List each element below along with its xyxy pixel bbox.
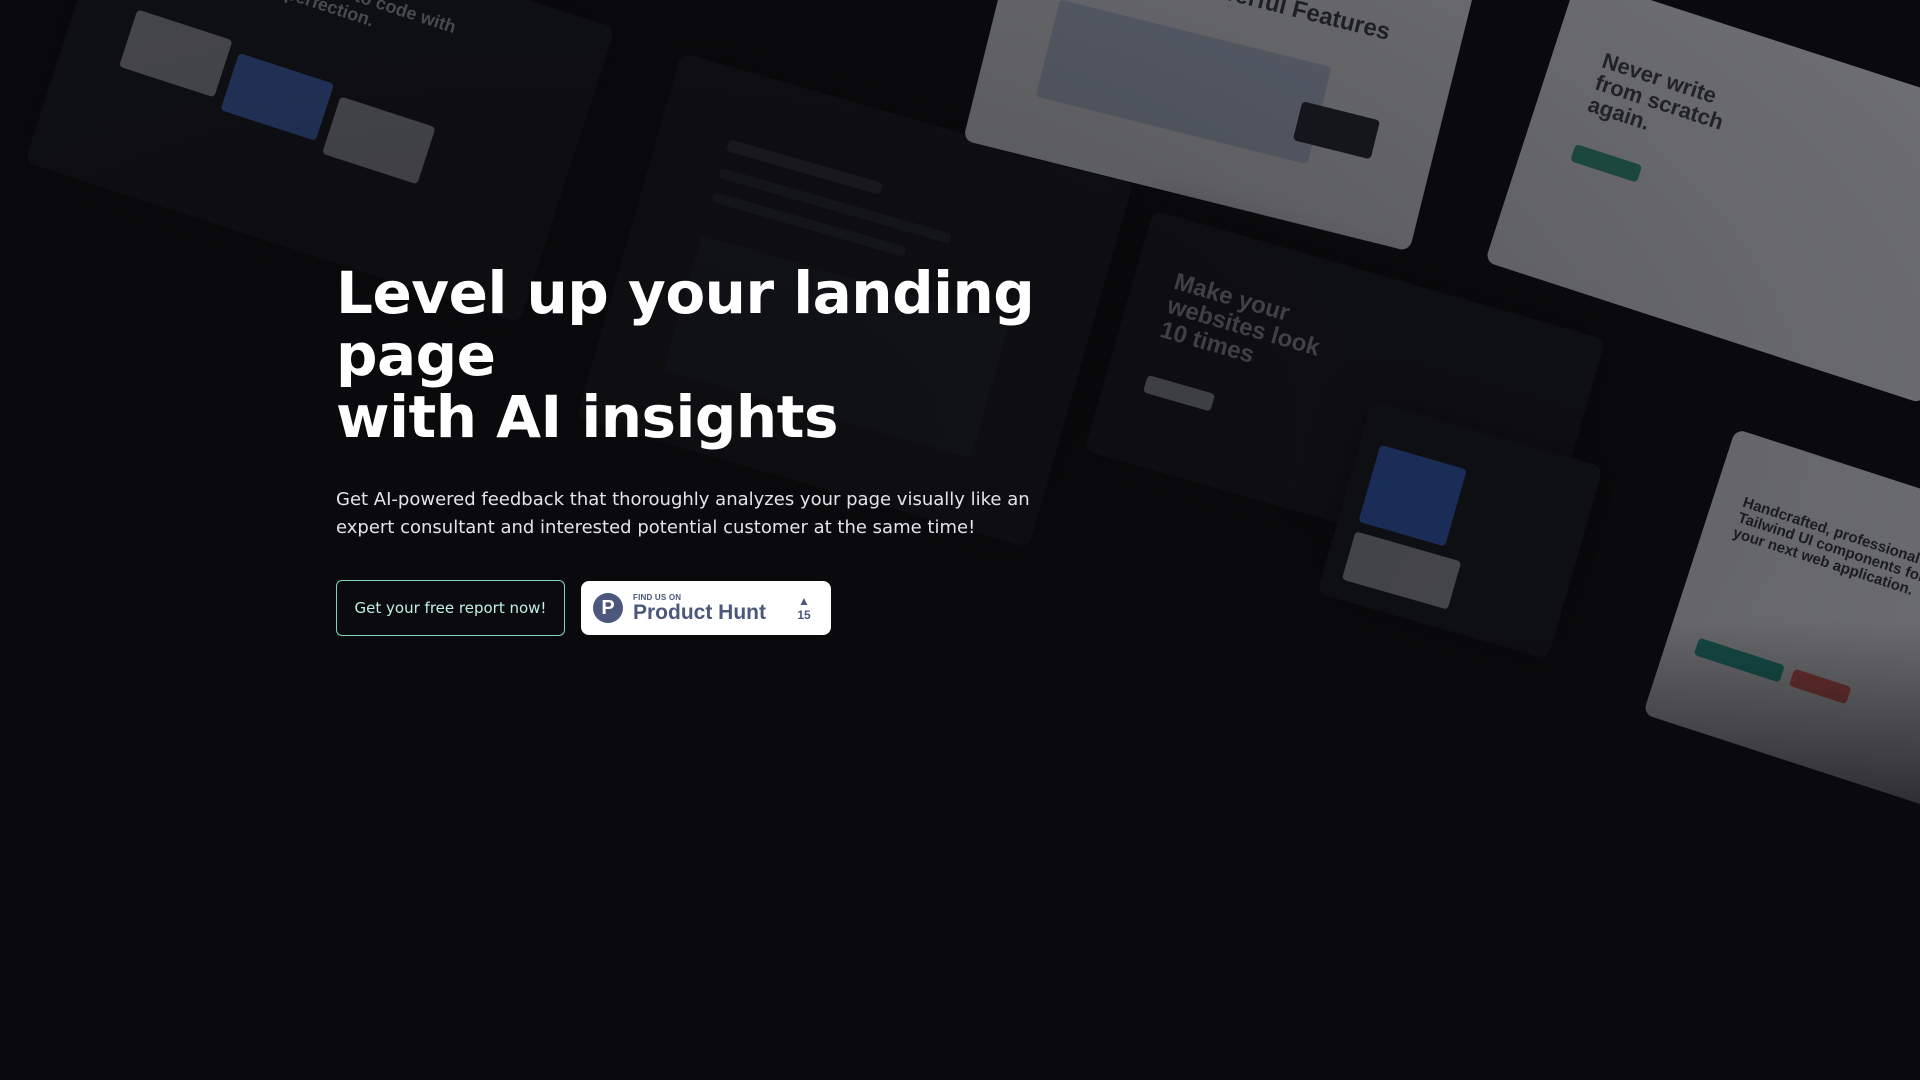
collage-tile-heading: Make your websites look 10 times [1157, 268, 1323, 370]
product-hunt-text: FIND US ON Product Hunt [633, 593, 789, 624]
product-hunt-logo-icon: P [593, 593, 623, 623]
collage-tile-tailwind: Handcrafted, professional Tailwind UI co… [1642, 428, 1920, 832]
product-hunt-name: Product Hunt [633, 600, 766, 624]
upvote-count: 15 [797, 608, 811, 622]
collage-button [1142, 374, 1216, 412]
hero-title: Level up your landing page with AI insig… [336, 262, 1096, 448]
collage-tile-scratch: Never write from scratch again. [1484, 0, 1920, 404]
hero-subtitle-line-2: expert consultant and interested potenti… [336, 517, 976, 538]
collage-line [726, 139, 884, 195]
collage-line [711, 192, 907, 257]
collage-card [220, 52, 335, 141]
cta-row: Get your free report now! P FIND US ON P… [336, 580, 1096, 636]
collage-tile-heading: From design to code with pixel perfectio… [239, 0, 459, 38]
landing-page: From design to code with pixel perfectio… [0, 0, 1920, 1080]
collage-panel [1292, 101, 1381, 160]
collage-panel [1358, 444, 1467, 547]
collage-tile-features: Powerful Features [962, 0, 1478, 252]
collage-tile-dashboard [1317, 400, 1603, 660]
background-bottom-fade [0, 620, 1920, 1080]
collage-button [1693, 637, 1785, 683]
collage-tile-heading: Never write from scratch again. [1584, 47, 1727, 136]
product-hunt-badge[interactable]: P FIND US ON Product Hunt ▲ 15 [581, 581, 831, 635]
collage-panel [1035, 0, 1332, 165]
collage-card [322, 96, 436, 185]
collage-tile-heading: Powerful Features [1184, 0, 1393, 46]
hero-subtitle: Get AI-powered feedback that thoroughly … [336, 486, 1036, 542]
get-free-report-button[interactable]: Get your free report now! [336, 580, 565, 636]
collage-tile-heading: Handcrafted, professional Tailwind UI co… [1730, 494, 1920, 599]
collage-button [1570, 143, 1643, 183]
hero-title-line-2: with AI insights [336, 383, 838, 451]
hero-section: Level up your landing page with AI insig… [336, 262, 1096, 636]
upvote-arrow-icon: ▲ [798, 594, 810, 608]
product-hunt-votes: ▲ 15 [789, 594, 819, 622]
collage-tile-websites: Make your websites look 10 times [1084, 210, 1606, 580]
collage-card [118, 9, 233, 98]
collage-line [718, 168, 952, 244]
hero-title-line-1: Level up your landing page [336, 259, 1035, 389]
collage-button [1788, 668, 1852, 705]
hero-subtitle-line-1: Get AI-powered feedback that thoroughly … [336, 489, 1030, 510]
collage-panel [1341, 531, 1462, 610]
